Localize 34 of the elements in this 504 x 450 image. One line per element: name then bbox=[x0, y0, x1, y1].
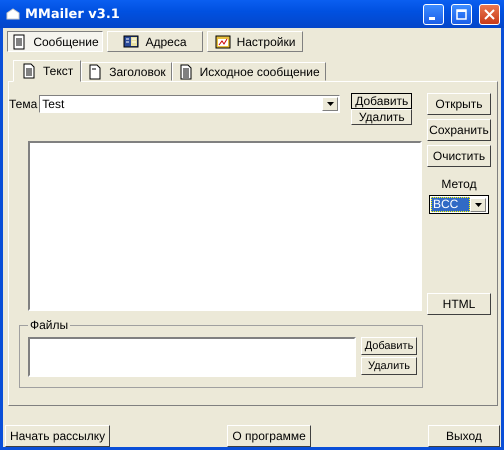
close-button[interactable] bbox=[479, 4, 500, 24]
tab-icon bbox=[11, 34, 28, 50]
html-button[interactable]: HTML bbox=[427, 293, 491, 315]
minimize-icon bbox=[428, 16, 434, 20]
maximize-button[interactable] bbox=[451, 4, 472, 24]
tab[interactable]: Текст bbox=[13, 60, 82, 82]
delete-button[interactable]: Удалить bbox=[351, 109, 412, 125]
tab-icon bbox=[214, 34, 231, 50]
start-mailing-button[interactable]: Начать рассылку bbox=[5, 425, 110, 447]
files-list[interactable] bbox=[28, 337, 356, 377]
add-button[interactable]: Добавить bbox=[351, 93, 412, 109]
files-label: Файлы bbox=[28, 318, 70, 332]
close-icon bbox=[484, 8, 495, 20]
delete-file-button[interactable]: Удалить bbox=[361, 357, 417, 375]
tab-icon bbox=[123, 34, 140, 50]
maximize-icon bbox=[456, 8, 467, 20]
tab[interactable]: Заголовок bbox=[81, 62, 172, 81]
method-label: Метод bbox=[441, 177, 477, 191]
subject-label: Тема bbox=[9, 96, 38, 111]
window-title: MMailer v3.1 bbox=[25, 6, 121, 22]
tab[interactable]: Исходное сообщение bbox=[172, 62, 326, 81]
side-button[interactable]: Открыть bbox=[427, 93, 491, 115]
subject-combobox[interactable]: Test bbox=[39, 95, 340, 113]
tab[interactable]: Сообщение bbox=[7, 31, 103, 52]
method-combobox[interactable]: BCC bbox=[429, 195, 489, 214]
minimize-button[interactable] bbox=[423, 4, 444, 24]
exit-button[interactable]: Выход bbox=[428, 425, 500, 447]
tab[interactable]: Адреса bbox=[107, 31, 203, 52]
side-button[interactable]: Сохранить bbox=[427, 119, 491, 141]
add-file-button[interactable]: Добавить bbox=[361, 337, 417, 355]
side-button[interactable]: Очистить bbox=[427, 145, 491, 167]
document-icon bbox=[21, 63, 37, 79]
about-button[interactable]: О программе bbox=[227, 425, 311, 447]
tab[interactable]: Настройки bbox=[207, 31, 303, 52]
